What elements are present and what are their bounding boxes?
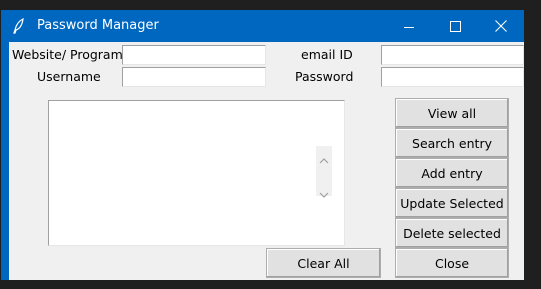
clear-all-button[interactable]: Clear All <box>266 248 381 278</box>
maximize-icon <box>449 17 461 36</box>
email-label: email ID <box>301 47 353 62</box>
search-entry-button[interactable]: Search entry <box>395 128 509 158</box>
close-window-button[interactable] <box>478 10 524 42</box>
listbox-scrollbar[interactable] <box>316 146 332 198</box>
add-entry-button[interactable]: Add entry <box>395 158 509 188</box>
close-button[interactable]: Close <box>395 248 509 278</box>
password-input[interactable] <box>381 67 524 87</box>
maximize-button[interactable] <box>432 10 478 42</box>
scroll-up-icon[interactable] <box>319 150 329 169</box>
minimize-icon <box>404 17 414 36</box>
email-input[interactable] <box>381 45 524 65</box>
minimize-button[interactable] <box>386 10 432 42</box>
view-all-button[interactable]: View all <box>395 98 509 128</box>
delete-selected-button[interactable]: Delete selected <box>395 218 509 248</box>
update-selected-button[interactable]: Update Selected <box>395 188 509 218</box>
website-input[interactable] <box>122 45 266 65</box>
username-label: Username <box>37 69 101 84</box>
password-label: Password <box>295 69 354 84</box>
password-manager-window: Password Manager Website/ Program email … <box>1 10 524 280</box>
website-label: Website/ Program <box>12 47 123 62</box>
window-title: Password Manager <box>37 18 159 33</box>
entries-listbox[interactable] <box>48 100 345 246</box>
username-input[interactable] <box>122 67 266 87</box>
client-area: Website/ Program email ID Username Passw… <box>9 42 524 280</box>
close-icon <box>495 17 507 36</box>
scroll-down-icon[interactable] <box>319 184 329 203</box>
feather-icon <box>11 17 27 34</box>
